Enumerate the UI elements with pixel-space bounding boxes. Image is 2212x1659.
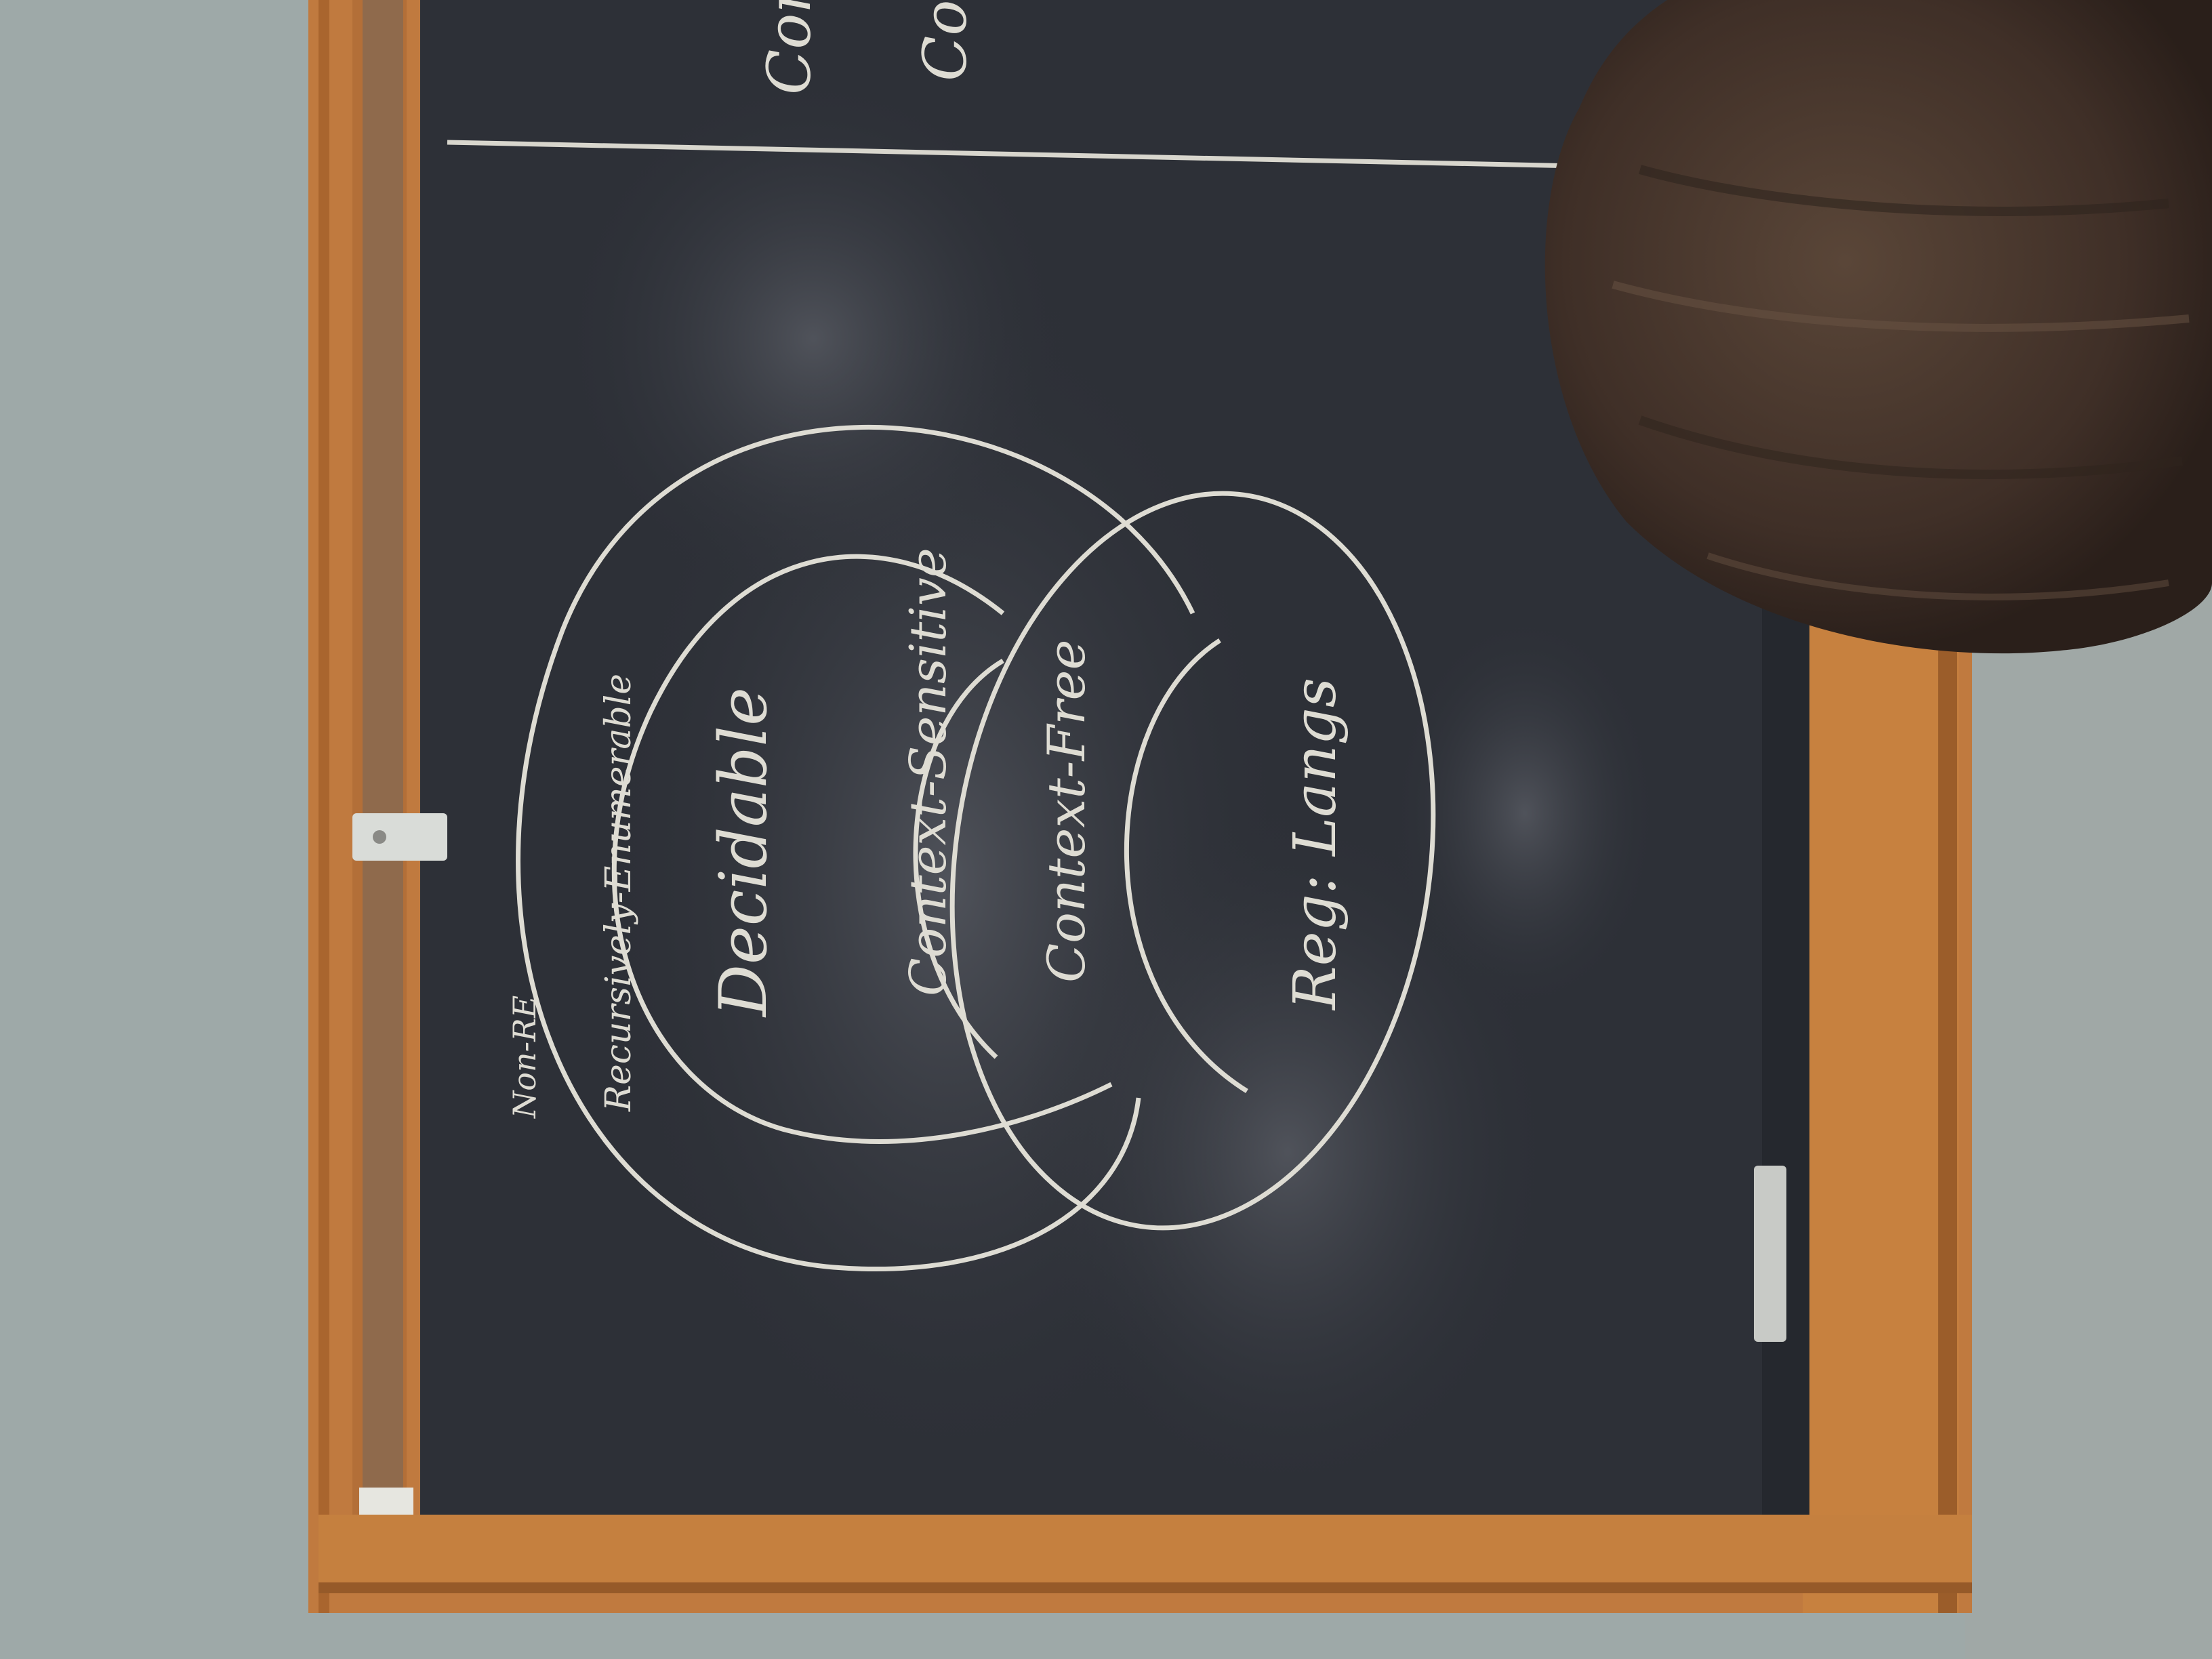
label-context-free: Context-Free — [1036, 640, 1097, 983]
photo-scene: Con Co Non-RE Recursively-Enumerable Dec… — [0, 0, 2212, 1659]
board-clip — [359, 1488, 413, 1515]
label-regular: Reg: Langs — [1282, 678, 1349, 1011]
photo-canvas: Con Co Non-RE Recursively-Enumerable Dec… — [0, 0, 2212, 1659]
board-clip — [352, 813, 447, 861]
label-context-sensitive: Context-Sensitive — [899, 548, 958, 996]
top-text-2: Co — [910, 0, 980, 81]
label-non-re: Non-RE — [506, 996, 543, 1119]
label-re: Recursively-Enumerable — [598, 674, 639, 1112]
board-clip — [1754, 1166, 1786, 1342]
label-decidable: Decidable — [705, 687, 781, 1018]
top-text-1: Con — [754, 0, 824, 95]
